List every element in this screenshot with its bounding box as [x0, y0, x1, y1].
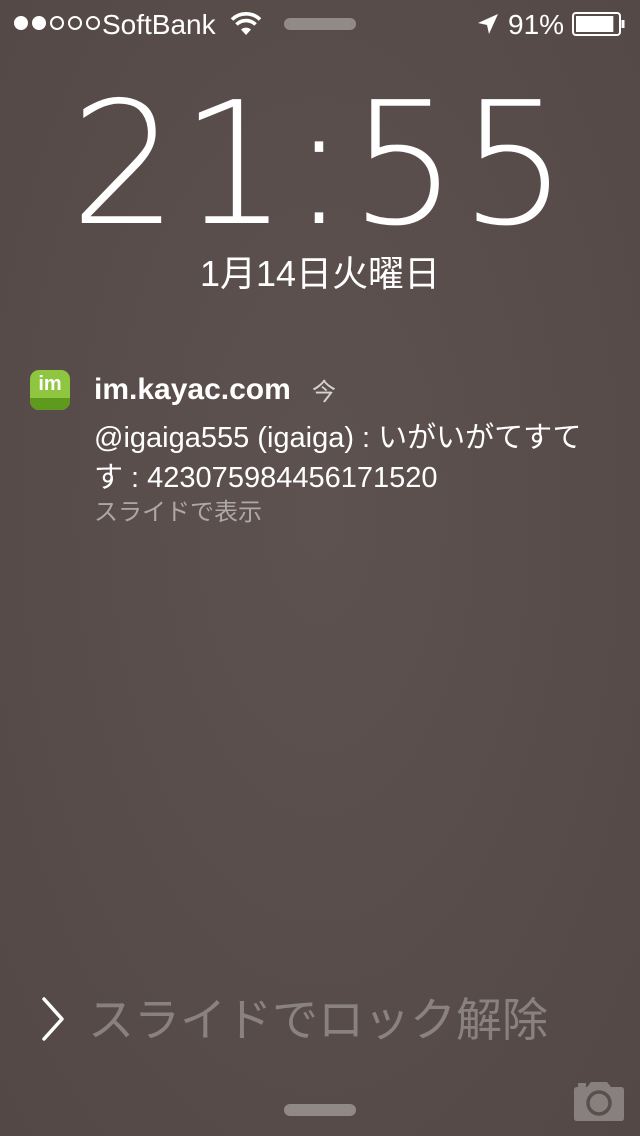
notification-item[interactable]: im im.kayac.com 今 @igaiga555 (igaiga) : …	[0, 368, 640, 538]
wifi-icon	[230, 12, 262, 35]
signal-dot	[50, 16, 64, 30]
notification-body: @igaiga555 (igaiga) : いがいがてすてす : 4230759…	[94, 422, 582, 494]
lock-screen-time: 21:55	[70, 66, 570, 264]
app-icon-text: im	[38, 373, 62, 395]
signal-dot	[86, 16, 100, 30]
notification-center-grabber[interactable]	[284, 18, 356, 30]
unlock-label: スライドでロック解除	[88, 994, 548, 1046]
battery-icon	[572, 12, 625, 36]
signal-dot	[14, 16, 28, 30]
slide-to-unlock[interactable]: スライドでロック解除	[0, 990, 640, 1050]
im-app-icon: im	[30, 370, 70, 410]
carrier-name: SoftBank	[102, 9, 216, 40]
lock-screen-date: 1月14日火曜日	[199, 253, 441, 294]
signal-dot	[32, 16, 46, 30]
battery-percentage: 91%	[508, 9, 565, 40]
notification-time: 今	[312, 379, 336, 406]
status-bar: SoftBank 91%	[0, 0, 640, 48]
chevron-right-icon	[42, 997, 64, 1041]
camera-icon[interactable]	[572, 1080, 626, 1122]
notification-action-hint: スライドで表示	[94, 499, 262, 526]
app-icon-band	[30, 398, 70, 410]
control-center-grabber[interactable]	[284, 1104, 356, 1116]
notification-title: im.kayac.com	[94, 373, 291, 406]
location-arrow-icon	[478, 14, 498, 34]
signal-strength-icon	[14, 16, 100, 30]
signal-dot	[68, 16, 82, 30]
